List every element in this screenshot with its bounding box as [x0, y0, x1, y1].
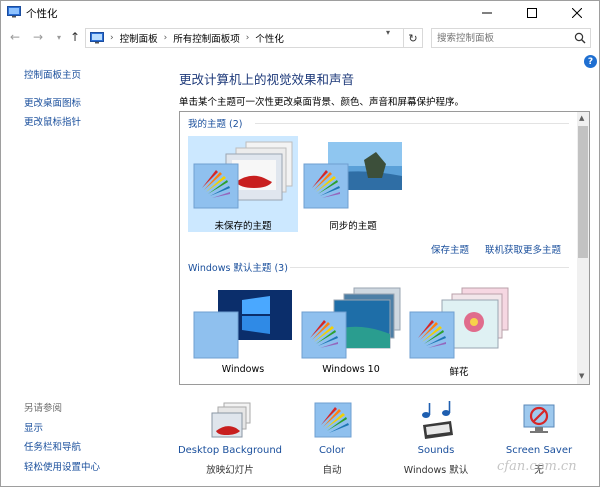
arrow-right-icon: → — [32, 30, 44, 44]
theme-unsaved-preview — [193, 141, 293, 209]
theme-name: Windows 10 — [322, 364, 380, 375]
page-title: 更改计算机上的视觉效果和声音 — [179, 72, 355, 87]
setting-name: Sounds — [417, 445, 455, 456]
scroll-up-icon[interactable]: ▲ — [579, 114, 584, 122]
theme-windows-preview — [193, 290, 292, 359]
close-button[interactable] — [554, 1, 599, 25]
desktop-background-setting[interactable]: Desktop Background 放映幻灯片 — [175, 401, 285, 479]
theme-windows-10-preview — [301, 287, 401, 359]
theme-unsaved[interactable]: 未保存的主题 — [188, 136, 298, 232]
theme-synced-preview — [303, 142, 402, 209]
breadcrumb-control-panel[interactable]: 控制面板 — [120, 31, 158, 45]
minimize-button[interactable] — [464, 1, 509, 25]
group-divider — [290, 267, 569, 268]
scroll-down-icon[interactable]: ▼ — [579, 372, 584, 380]
screen-saver-icon — [523, 404, 555, 433]
theme-synced[interactable]: 同步的主题 — [298, 136, 408, 232]
up-button[interactable]: ↑ — [67, 29, 83, 45]
sounds-icon — [422, 401, 453, 439]
search-icon[interactable] — [574, 32, 586, 44]
back-button[interactable]: ← — [7, 29, 23, 45]
maximize-button[interactable] — [509, 1, 554, 25]
personalization-window: 个性化 ← → ▾ ↑ › 控制面板 › 所有控制面板项 › 个性化 ▾ ↻ 搜… — [0, 0, 600, 487]
color-setting[interactable]: Color 自动 — [277, 401, 387, 479]
breadcrumb-separator-icon: › — [110, 33, 114, 43]
change-mouse-pointers-link[interactable]: 更改鼠标指针 — [24, 114, 81, 128]
setting-name: Color — [318, 445, 346, 456]
chevron-down-icon: ▾ — [56, 32, 61, 42]
see-also-label: 另请参阅 — [24, 403, 63, 414]
setting-value: Windows 默认 — [403, 465, 469, 476]
get-more-themes-link[interactable]: 联机获取更多主题 — [485, 242, 561, 256]
taskbar-navigation-link[interactable]: 任务栏和导航 — [24, 439, 81, 453]
address-dropdown-icon[interactable]: ▾ — [386, 28, 390, 37]
theme-list: 我的主题 (2) 未保存的主题 同步的主题 保存主题 联机获取更多主题 Wind… — [179, 111, 590, 385]
maximize-icon — [526, 8, 537, 18]
theme-name: 未保存的主题 — [214, 221, 272, 232]
title-bar[interactable]: 个性化 — [1, 1, 599, 25]
control-panel-home-link[interactable]: 控制面板主页 — [24, 67, 81, 81]
personalization-app-icon — [7, 6, 21, 18]
setting-value: 放映幻灯片 — [206, 465, 254, 476]
sounds-setting[interactable]: Sounds Windows 默认 — [381, 401, 491, 479]
theme-flowers-preview — [409, 287, 509, 359]
desktop-background-icon — [211, 402, 251, 438]
theme-windows[interactable]: Windows — [188, 282, 298, 378]
theme-name: 同步的主题 — [329, 221, 377, 232]
help-icon[interactable]: ? — [584, 55, 597, 68]
default-themes-group-label: Windows 默认主题 (3) — [188, 263, 288, 274]
theme-list-scrollbar[interactable]: ▲ ▼ — [577, 112, 589, 384]
search-input[interactable] — [437, 29, 575, 47]
color-icon — [314, 402, 352, 438]
save-theme-link[interactable]: 保存主题 — [431, 242, 469, 256]
close-icon — [571, 8, 582, 18]
change-desktop-icons-link[interactable]: 更改桌面图标 — [24, 95, 81, 109]
breadcrumb-all-items[interactable]: 所有控制面板项 — [173, 31, 240, 45]
refresh-icon: ↻ — [408, 31, 418, 45]
breadcrumb-personalization[interactable]: 个性化 — [255, 31, 284, 45]
theme-flowers[interactable]: 鲜花 — [404, 282, 514, 378]
navigation-bar: ← → ▾ ↑ › 控制面板 › 所有控制面板项 › 个性化 ▾ ↻ — [1, 25, 599, 51]
my-themes-group-label: 我的主题 (2) — [188, 119, 243, 130]
control-panel-icon — [90, 32, 104, 44]
page-description: 单击某个主题可一次性更改桌面背景、颜色、声音和屏幕保护程序。 — [179, 97, 465, 108]
arrow-up-icon: ↑ — [69, 30, 81, 44]
arrow-left-icon: ← — [9, 30, 21, 44]
search-box — [431, 28, 591, 48]
setting-value: 自动 — [322, 465, 342, 476]
breadcrumb-separator-icon: › — [163, 33, 168, 43]
window-title: 个性化 — [26, 8, 58, 20]
theme-name: 鲜花 — [449, 367, 469, 378]
setting-name: Screen Saver — [505, 445, 573, 456]
ease-of-access-link[interactable]: 轻松使用设置中心 — [24, 459, 100, 473]
address-bar[interactable]: › 控制面板 › 所有控制面板项 › 个性化 — [85, 28, 404, 48]
theme-windows-10[interactable]: Windows 10 — [296, 282, 406, 378]
refresh-button[interactable]: ↻ — [404, 28, 423, 48]
setting-name: Desktop Background — [177, 445, 283, 456]
recent-locations-button[interactable]: ▾ — [51, 29, 67, 45]
forward-button[interactable]: → — [30, 29, 46, 45]
theme-name: Windows — [221, 364, 265, 375]
display-link[interactable]: 显示 — [24, 420, 43, 434]
scrollbar-thumb[interactable] — [578, 126, 588, 258]
watermark: cfan.com.cn — [497, 459, 577, 474]
breadcrumb-separator-icon: › — [245, 33, 250, 43]
minimize-icon — [481, 12, 492, 14]
group-divider — [255, 123, 569, 124]
